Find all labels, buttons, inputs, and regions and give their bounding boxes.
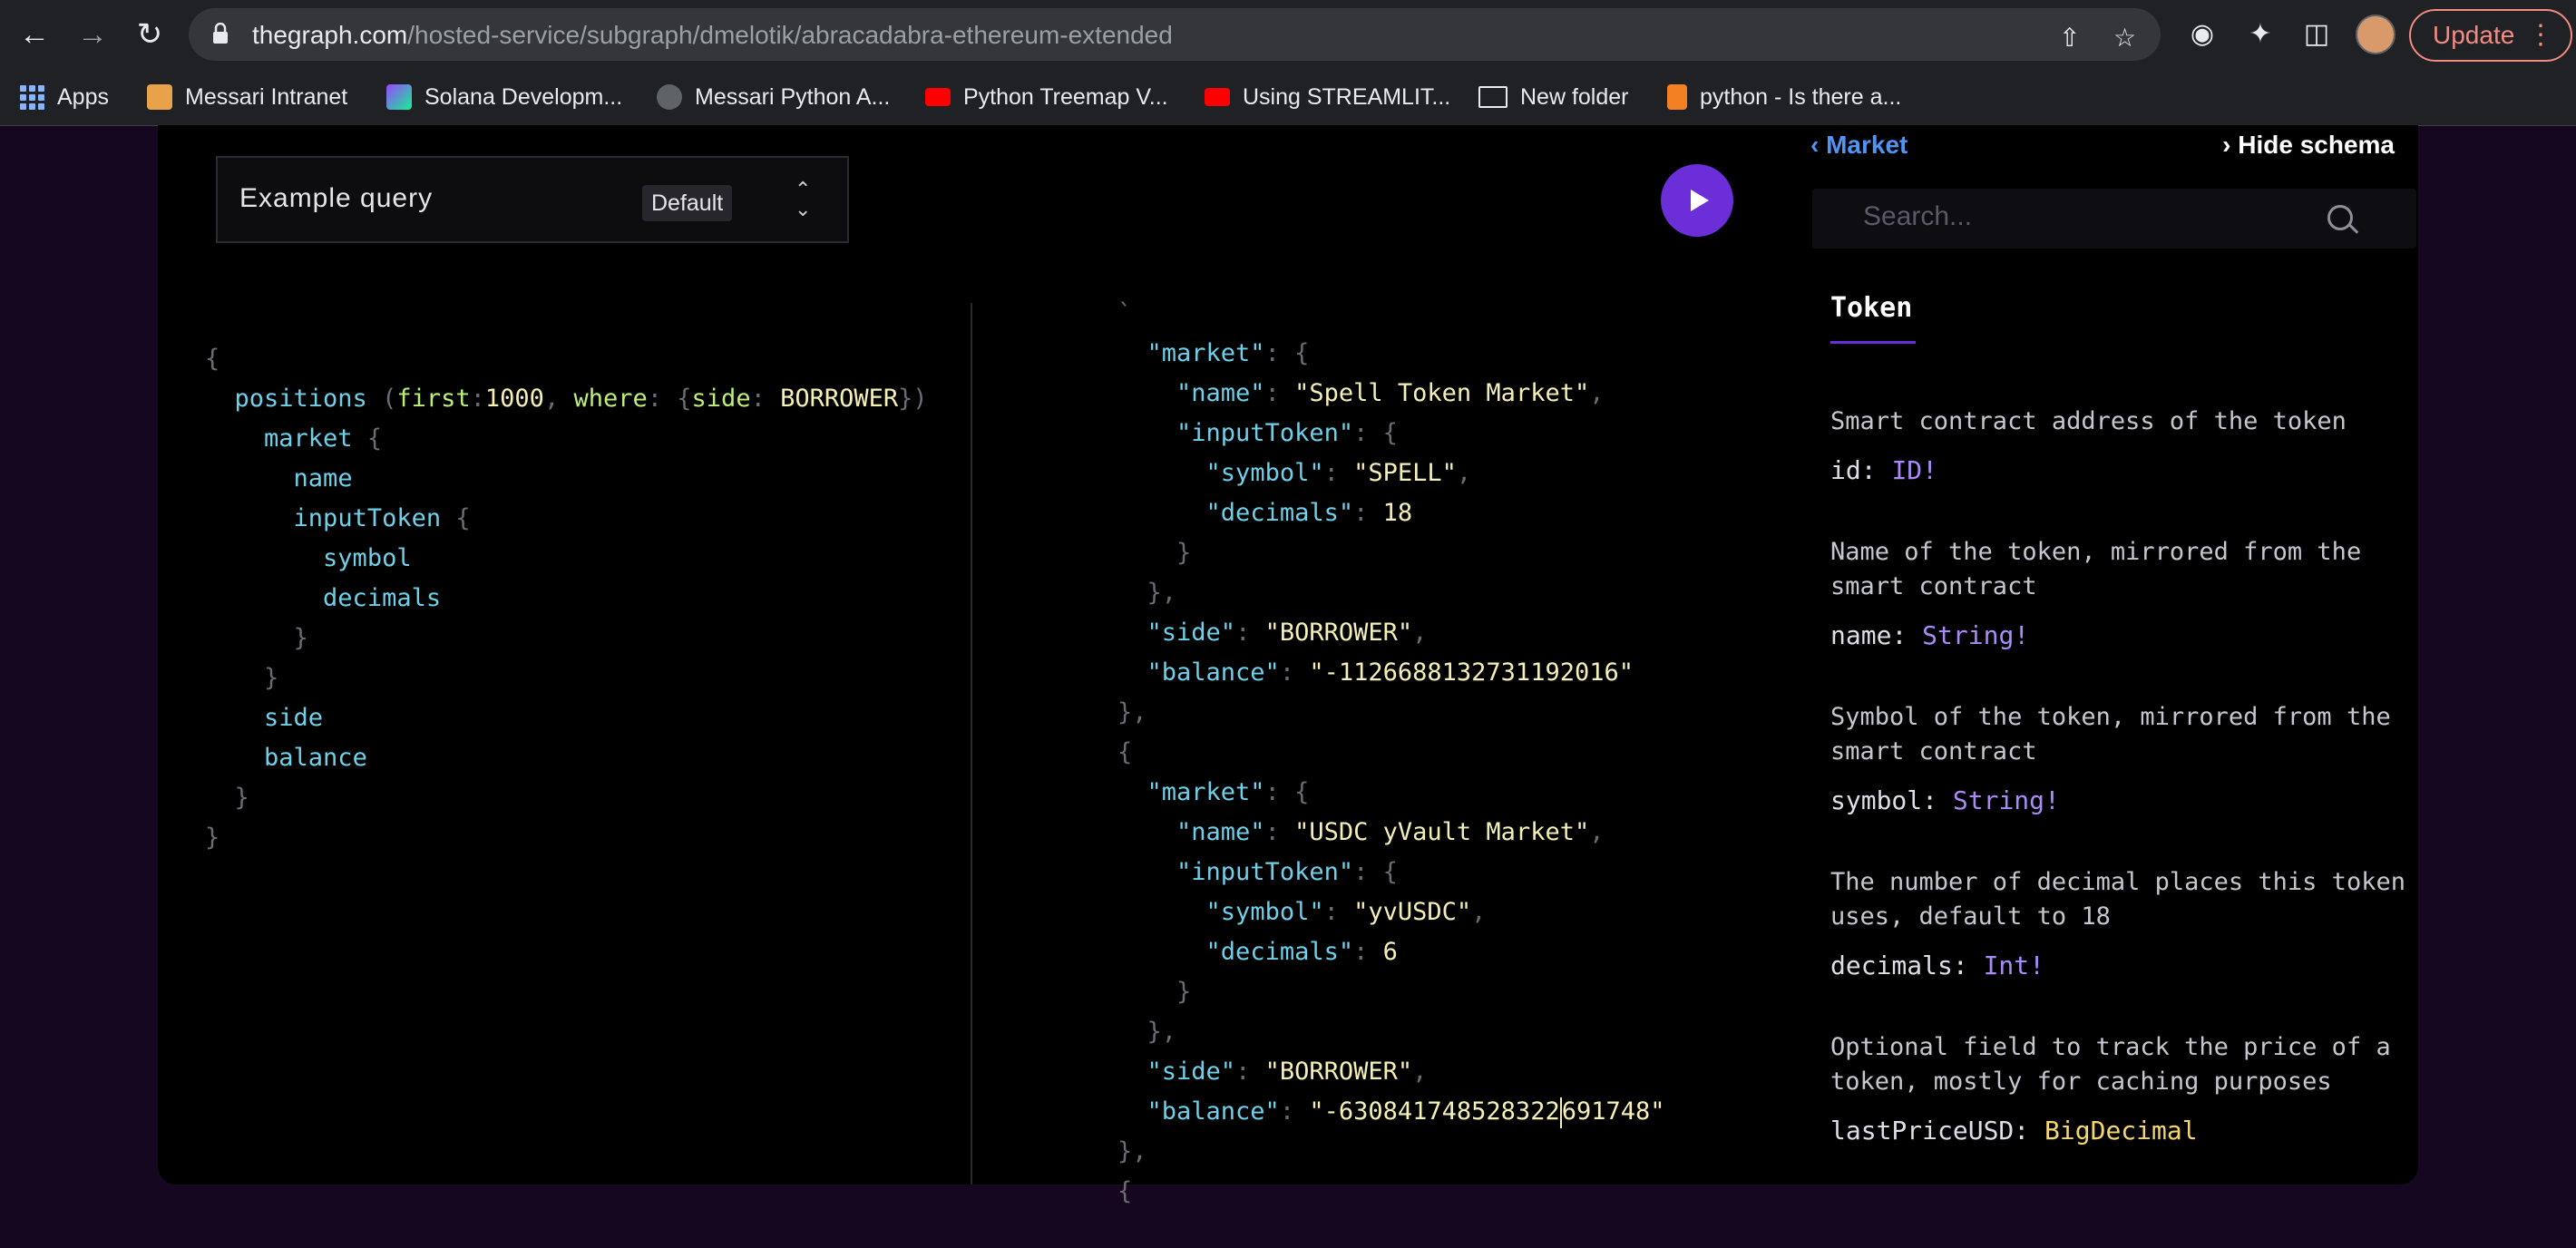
url-text[interactable]: thegraph.com/hosted-service/subgraph/dme… (252, 21, 1173, 50)
puzzle-icon[interactable]: ✦ (2244, 18, 2277, 51)
field-description: Smart contract address of the token (1830, 407, 2347, 435)
share-icon[interactable]: ⇧ (2059, 23, 2080, 53)
forward-arrow-icon[interactable]: → (74, 16, 111, 53)
menu-dots-icon[interactable]: ⋮ (2527, 11, 2554, 60)
field-signature-decimals[interactable]: decimals: Int! (1830, 951, 2044, 980)
query-editor[interactable]: { positions (first:1000, where: {side: B… (205, 339, 928, 858)
field-description: Name of the token, mirrored from the sma… (1830, 538, 2362, 600)
bookmark-python-treemap[interactable]: Python Treemap V... (925, 78, 1168, 116)
editor-divider[interactable] (971, 303, 972, 1185)
field-description: Symbol of the token, mirrored from the s… (1830, 703, 2391, 765)
schema-title-underline (1830, 341, 1916, 344)
schema-type-title: Token (1830, 292, 1913, 324)
search-icon[interactable] (2327, 205, 2353, 230)
query-default-badge: Default (642, 185, 733, 221)
field-description: Optional field to track the price of a t… (1830, 1033, 2391, 1096)
lock-icon (213, 23, 228, 44)
back-arrow-icon[interactable]: ← (16, 16, 53, 53)
bookmark-solana[interactable]: Solana Developm... (386, 78, 622, 116)
youtube-icon (1205, 88, 1230, 106)
folder-icon (1478, 86, 1508, 108)
field-signature-lastpriceusd[interactable]: lastPriceUSD: BigDecimal (1830, 1116, 2198, 1146)
solana-icon (386, 84, 412, 110)
schema-panel: ‹ Market › Hide schema Search... Token S… (1805, 125, 2418, 1185)
field-description: The number of decimal places this token … (1830, 868, 2405, 931)
bookmark-apps[interactable]: Apps (20, 78, 109, 116)
extension-icon[interactable]: ◉ (2186, 18, 2219, 51)
run-query-button[interactable] (1661, 164, 1733, 237)
globe-icon (657, 84, 682, 110)
result-viewer[interactable]: ` "market": { "name": "Spell Token Marke… (1117, 294, 1665, 1212)
browser-toolbar: ← → ↻ thegraph.com/hosted-service/subgra… (0, 0, 2576, 69)
example-query-selector[interactable]: Example query Default ⌃ ⌄ (216, 156, 849, 243)
apps-grid-icon (20, 84, 44, 110)
schema-search-input[interactable]: Search... (1812, 189, 2416, 249)
field-signature-symbol[interactable]: symbol: String! (1830, 785, 2060, 815)
field-signature-name[interactable]: name: String! (1830, 620, 2029, 650)
field-signature-id[interactable]: id: ID! (1830, 455, 1937, 485)
bookmarks-bar: Apps Messari Intranet Solana Developm...… (0, 69, 2576, 126)
youtube-icon (925, 88, 951, 106)
update-button[interactable]: Update ⋮ (2409, 9, 2572, 62)
chevron-right-icon: › (2222, 131, 2231, 159)
example-query-label: Example query (239, 183, 434, 213)
chevron-left-icon: ‹ (1810, 131, 1820, 159)
side-panel-icon[interactable]: ◫ (2300, 18, 2333, 51)
bookmark-streamlit[interactable]: Using STREAMLIT... (1205, 78, 1450, 116)
stackoverflow-icon (1667, 84, 1687, 110)
bookmark-stackoverflow[interactable]: python - Is there a... (1667, 78, 1901, 116)
reload-icon[interactable]: ↻ (132, 16, 168, 53)
address-bar[interactable]: thegraph.com/hosted-service/subgraph/dme… (189, 8, 2161, 61)
chevron-updown-icon[interactable]: ⌃ ⌄ (795, 180, 811, 219)
bookmark-messari-python[interactable]: Messari Python A... (657, 78, 890, 116)
profile-avatar[interactable] (2356, 15, 2395, 54)
bookmark-messari-intranet[interactable]: Messari Intranet (147, 78, 347, 116)
schema-back-link[interactable]: ‹ Market (1810, 125, 1908, 165)
house-icon (147, 84, 172, 110)
bookmark-new-folder[interactable]: New folder (1478, 78, 1629, 116)
hide-schema-button[interactable]: › Hide schema (2222, 125, 2395, 165)
bookmark-star-icon[interactable]: ☆ (2113, 23, 2136, 53)
